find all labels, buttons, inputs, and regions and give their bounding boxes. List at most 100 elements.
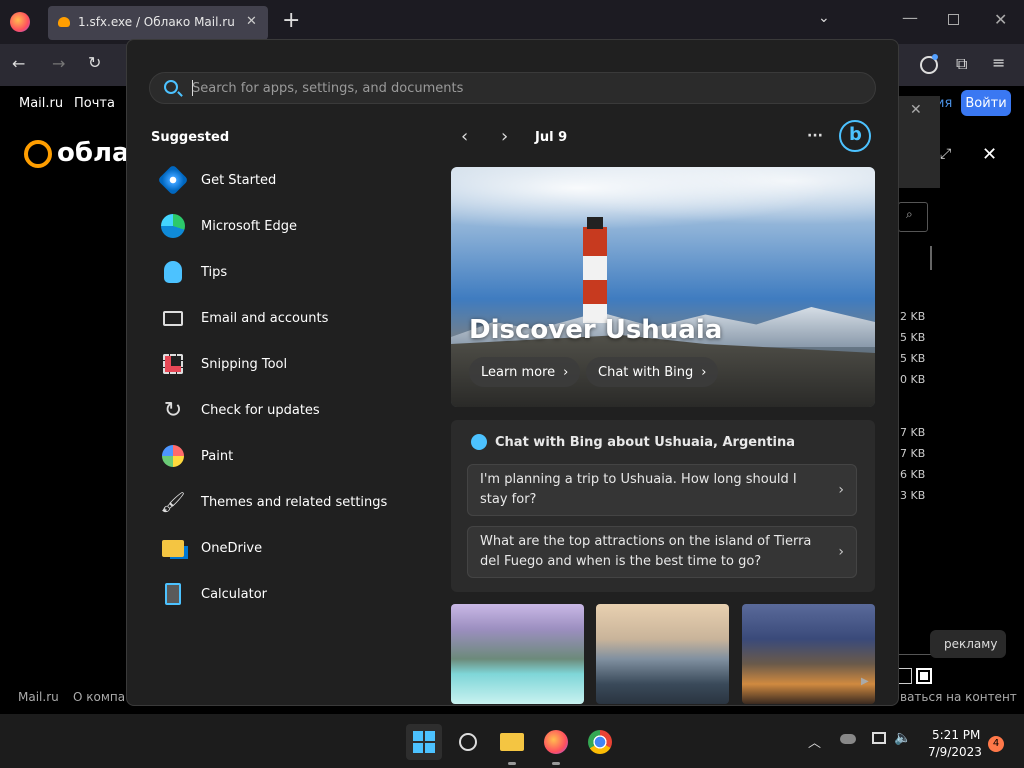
app-check-updates[interactable]: ↻ Check for updates [151, 390, 411, 430]
app-label: Email and accounts [201, 310, 329, 326]
thumbnail-mountain-lake[interactable] [451, 604, 584, 704]
reload-icon[interactable]: ↻ [88, 53, 101, 72]
menu-icon[interactable]: ≡ [992, 53, 1005, 72]
clock-time[interactable]: 5:21 PM [932, 728, 980, 742]
list-tabs-icon[interactable]: ⌄ [818, 10, 830, 26]
previous-day-icon[interactable]: ‹ [461, 126, 468, 147]
learn-more-label: Learn more [481, 364, 556, 380]
onedrive-tray-icon[interactable] [840, 734, 856, 744]
footer-about-link[interactable]: О компа [73, 690, 125, 704]
running-indicator [508, 762, 516, 765]
panel-search-icon: ⌕ [906, 207, 913, 221]
next-day-icon[interactable]: › [501, 126, 508, 147]
search-icon-handle [177, 91, 183, 97]
footer-right-link[interactable]: ваться на контент [900, 690, 1017, 704]
app-paint[interactable]: Paint [151, 436, 411, 476]
app-snipping-tool[interactable]: Snipping Tool [151, 344, 411, 384]
close-window-icon[interactable]: ✕ [994, 10, 1007, 29]
folder-cloud-icon [159, 534, 187, 562]
scroll-right-icon[interactable]: ▶ [861, 676, 869, 687]
app-microsoft-edge[interactable]: Microsoft Edge [151, 206, 411, 246]
app-label: Themes and related settings [201, 494, 388, 510]
start-button[interactable] [406, 724, 442, 760]
clock-date[interactable]: 7/9/2023 [928, 745, 982, 759]
hero-image-ushuaia[interactable]: Discover Ushuaia Learn more › Chat with … [451, 167, 875, 407]
tab-title: 1.sfx.exe / Облако Mail.ru [78, 15, 235, 29]
new-tab-button[interactable]: + [282, 8, 300, 33]
chat-with-bing-button[interactable]: Chat with Bing › [586, 357, 719, 387]
notification-badge[interactable]: 4 [988, 736, 1004, 752]
start-menu: Suggested Get Started Microsoft Edge Tip… [126, 39, 899, 706]
bing-question-1[interactable]: I'm planning a trip to Ushuaia. How long… [467, 464, 857, 516]
app-onedrive[interactable]: OneDrive [151, 528, 411, 568]
firefox-taskbar-button[interactable] [538, 724, 574, 760]
browser-tab-bar: 1.sfx.exe / Облако Mail.ru ✕ + ⌄ — ✕ [0, 0, 1024, 44]
start-search-box[interactable] [149, 72, 876, 104]
firefox-menu-icon[interactable] [10, 12, 30, 32]
chrome-taskbar-button[interactable] [582, 724, 618, 760]
file-size-list: 2 KB 5 KB 5 KB 0 KB 7 KB 7 KB 6 KB 3 KB [900, 306, 925, 506]
question-text: I'm planning a trip to Ushuaia. How long… [480, 472, 797, 507]
chevron-right-icon: › [838, 544, 844, 560]
grid-view-icon[interactable] [916, 668, 932, 684]
app-label: Tips [201, 264, 228, 280]
tab-close-icon[interactable]: ✕ [246, 14, 257, 29]
show-hidden-icons-icon[interactable]: ︿ [808, 732, 821, 751]
app-themes-settings[interactable]: 🖌 Themes and related settings [151, 482, 411, 522]
panel-close-icon[interactable]: ✕ [910, 102, 922, 118]
running-indicator [552, 762, 560, 765]
bing-chat-card: Chat with Bing about Ushuaia, Argentina … [451, 420, 875, 592]
extension-badge-icon [932, 54, 938, 60]
bing-glyph: b [849, 124, 862, 145]
volume-icon[interactable]: 🔈 [894, 730, 911, 746]
network-icon[interactable] [872, 732, 886, 744]
app-label: Snipping Tool [201, 356, 288, 372]
chevron-right-icon: › [563, 364, 569, 380]
footer-mailru-link[interactable]: Mail.ru [18, 690, 59, 704]
app-tips[interactable]: Tips [151, 252, 411, 292]
login-button[interactable]: Войти [961, 90, 1011, 116]
calculator-icon [159, 580, 187, 608]
thumbnail-channel-sea[interactable] [596, 604, 729, 704]
back-icon[interactable]: ← [12, 54, 25, 73]
thumbnail-city-night[interactable] [742, 604, 875, 704]
taskbar-search-button[interactable] [450, 724, 486, 760]
taskbar: ︿ 🔈 5:21 PM 7/9/2023 4 [0, 714, 1024, 768]
forward-icon[interactable]: → [52, 54, 65, 73]
firefox-icon [544, 730, 568, 754]
hero-title: Discover Ushuaia [469, 315, 723, 345]
panel-scrollbar[interactable] [930, 246, 932, 270]
app-get-started[interactable]: Get Started [151, 160, 411, 200]
bing-question-2[interactable]: What are the top attractions on the isla… [467, 526, 857, 578]
minimize-icon[interactable]: — [902, 8, 918, 27]
viewer-close-icon[interactable]: ✕ [982, 144, 997, 165]
fullscreen-icon[interactable]: ⤢ [940, 146, 951, 162]
lighthouse-top [587, 217, 603, 229]
question-text: What are the top attractions on the isla… [480, 534, 812, 569]
windows-logo-icon [413, 731, 435, 753]
nav-pochta-link[interactable]: Почта [74, 96, 115, 111]
file-size: 0 KB [900, 373, 926, 386]
restore-icon[interactable] [948, 14, 959, 25]
app-email-accounts[interactable]: Email and accounts [151, 298, 411, 338]
brush-icon: 🖌 [160, 490, 186, 514]
search-input[interactable] [192, 73, 832, 103]
panel-search-button[interactable] [898, 202, 928, 232]
browser-tab-active[interactable]: 1.sfx.exe / Облако Mail.ru ✕ [48, 6, 268, 40]
chat-card-title: Chat with Bing about Ushuaia, Argentina [495, 435, 796, 450]
file-explorer-button[interactable] [494, 724, 530, 760]
file-size: 5 KB [900, 331, 926, 344]
nav-mailru-link[interactable]: Mail.ru [19, 96, 63, 111]
edge-icon [159, 212, 187, 240]
learn-more-button[interactable]: Learn more › [469, 357, 581, 387]
app-label: Microsoft Edge [201, 218, 298, 234]
list-view-icon[interactable] [898, 668, 912, 684]
more-options-icon[interactable]: ··· [807, 128, 823, 144]
palette-icon [159, 442, 187, 470]
lightbulb-icon [159, 258, 187, 286]
extensions-icon[interactable]: ⧉ [956, 54, 967, 74]
app-calculator[interactable]: Calculator [151, 574, 411, 614]
refresh-icon: ↻ [163, 397, 183, 423]
app-label: OneDrive [201, 540, 263, 556]
app-label: Get Started [201, 172, 277, 188]
